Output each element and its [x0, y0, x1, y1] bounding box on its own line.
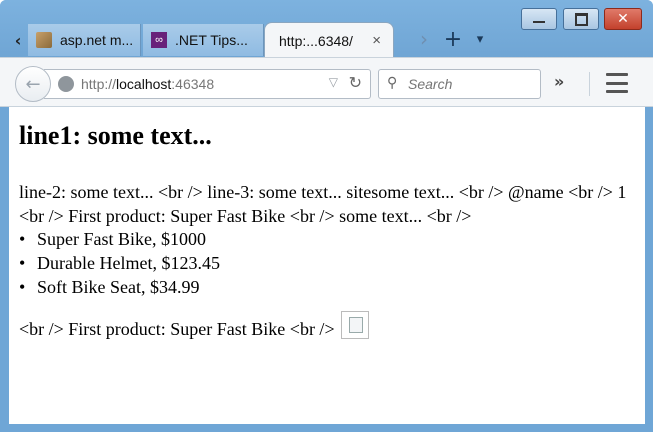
restore-icon [574, 12, 588, 26]
list-item: Super Fast Bike, $1000 [19, 227, 220, 251]
tab-scroll-left-button[interactable]: ‹ [9, 27, 27, 53]
page-paragraph-2: <br /> First product: Super Fast Bike <b… [19, 311, 370, 341]
navigation-toolbar: http://localhost:46348 ▽ ↻ ← ⚲ » [0, 57, 653, 107]
overflow-menu-button[interactable]: » [554, 72, 564, 91]
toolbar-divider [589, 72, 590, 96]
page-content: line1: some text... line-2: some text...… [9, 107, 645, 424]
close-tab-icon[interactable]: × [372, 32, 381, 49]
list-item: Durable Helmet, $123.45 [19, 251, 220, 275]
url-text[interactable]: http://localhost:46348 [81, 76, 214, 92]
close-window-button[interactable]: ✕ [604, 8, 642, 30]
paragraph-text: <br /> First product: Super Fast Bike <b… [19, 319, 335, 339]
search-bar[interactable]: ⚲ [378, 69, 541, 99]
minimize-icon [533, 21, 545, 23]
tab-label: .NET Tips... [175, 32, 248, 48]
page-paragraph: line-2: some text... <br /> line-3: some… [19, 182, 627, 226]
url-bar[interactable]: http://localhost:46348 ▽ ↻ [44, 69, 371, 99]
window-frame-left [0, 107, 9, 432]
url-port: :46348 [171, 76, 215, 92]
tab-label: asp.net m... [60, 32, 134, 48]
reload-icon[interactable]: ↻ [349, 73, 362, 92]
window-frame-bottom [0, 424, 653, 432]
aspnet-icon [36, 32, 52, 48]
visual-studio-icon: ∞ [151, 32, 167, 48]
restore-button[interactable] [563, 8, 599, 30]
hamburger-menu-icon[interactable] [606, 73, 628, 93]
tab-dotnet-tips[interactable]: ∞ .NET Tips... [143, 24, 264, 56]
window-frame-right [645, 107, 653, 432]
back-arrow-icon: ← [25, 73, 41, 95]
browser-window: ‹ asp.net m... ∞ .NET Tips... http:...63… [0, 0, 653, 432]
tab-aspnet[interactable]: asp.net m... [28, 24, 141, 56]
url-host: localhost [116, 76, 172, 92]
broken-image-icon [341, 311, 370, 339]
search-input[interactable] [408, 76, 533, 92]
list-item: Soft Bike Seat, $34.99 [19, 275, 220, 299]
globe-icon [58, 76, 74, 92]
tab-scroll-right-button[interactable]: › [415, 27, 433, 51]
tab-label: http:...6348/ [279, 32, 353, 49]
search-icon: ⚲ [387, 75, 398, 91]
title-bar: ‹ asp.net m... ∞ .NET Tips... http:...63… [0, 0, 653, 58]
url-prefix: http:// [81, 76, 117, 92]
minimize-button[interactable] [521, 8, 557, 30]
url-history-dropdown-icon[interactable]: ▽ [329, 75, 338, 89]
back-button[interactable]: ← [15, 66, 51, 102]
list-all-tabs-button[interactable]: ▾ [471, 28, 489, 50]
product-list: Super Fast Bike, $1000 Durable Helmet, $… [19, 227, 220, 299]
new-tab-button[interactable]: + [443, 27, 463, 52]
tab-localhost[interactable]: http:...6348/ × [264, 22, 394, 58]
page-heading: line1: some text... [19, 121, 212, 150]
